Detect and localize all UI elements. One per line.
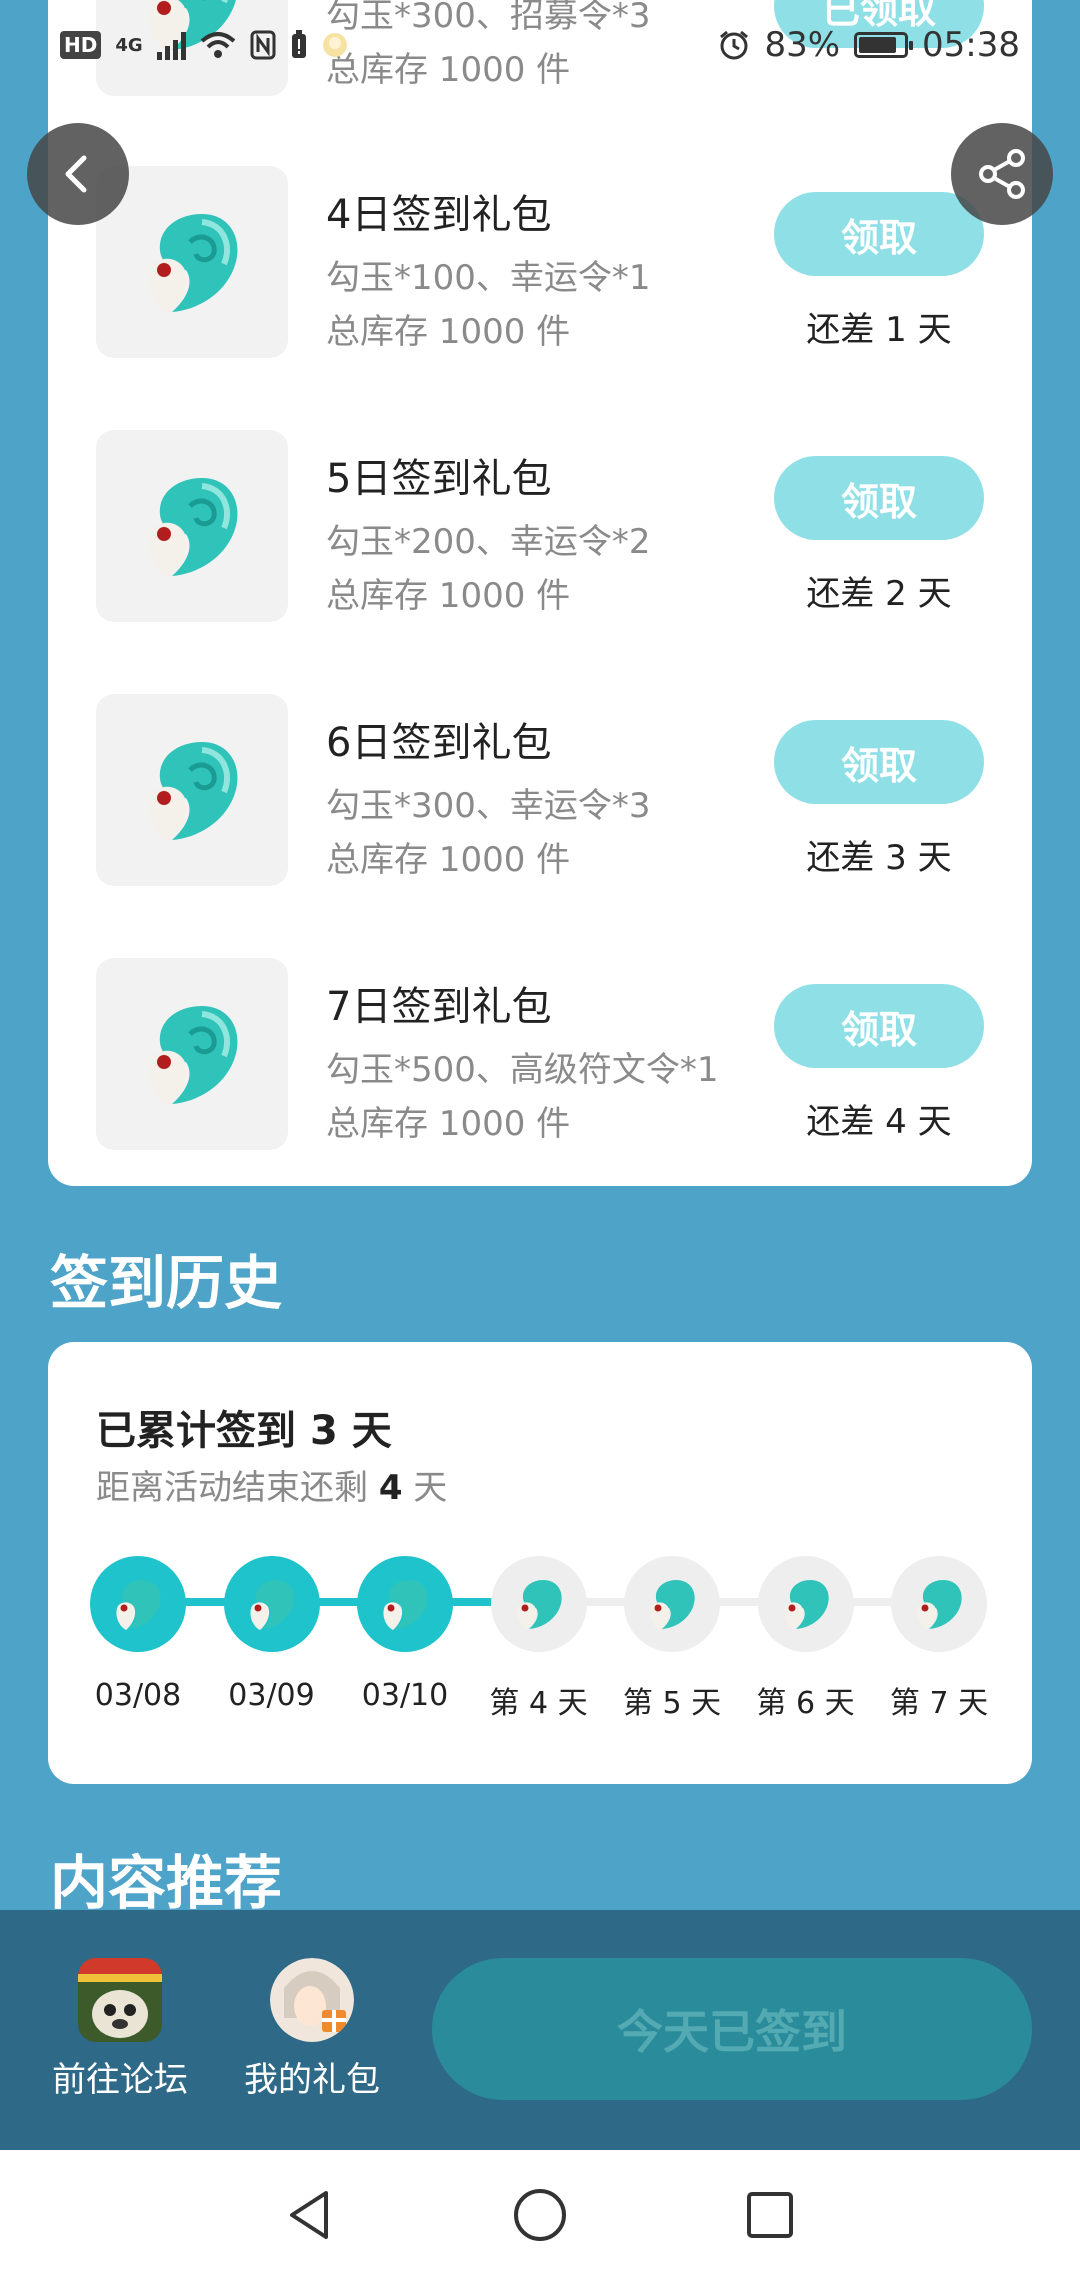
total-days: 3	[309, 1408, 338, 1454]
magatama-icon	[116, 1580, 161, 1630]
wifi-icon	[200, 32, 235, 58]
notification-avatar-icon	[322, 33, 347, 57]
total-prefix: 已累计签到	[96, 1408, 310, 1454]
day-node	[357, 1556, 453, 1652]
nav-home-button[interactable]	[510, 2185, 570, 2245]
gift-desc: 勾玉*300、幸运令*3	[326, 786, 651, 826]
triangle-back-icon	[290, 2191, 328, 2239]
day-node	[757, 1556, 854, 1652]
bottom-action-bar: 前往论坛 我的礼包 今天已签到	[0, 1910, 1080, 2150]
magatama-icon	[132, 202, 252, 322]
magatama-icon	[249, 1580, 295, 1630]
history-card: 已累计签到 3 天 距离活动结束还剩 4 天 03/08 03/09 03/10 第 …	[48, 1342, 1032, 1784]
battery-saver-icon	[291, 30, 306, 58]
recommend-section-title: 内容推荐	[50, 1849, 283, 1917]
gift-thumbnail	[96, 694, 288, 886]
days-remaining: 还差 3 天	[806, 838, 952, 878]
status-right: 83% 05:38	[718, 25, 1020, 65]
gift-title: 7日签到礼包	[326, 984, 552, 1030]
claim-button[interactable]: 领取	[774, 456, 984, 540]
days-remaining: 还差 2 天	[806, 574, 952, 614]
gift-thumbnail	[96, 958, 288, 1150]
magatama-icon	[516, 1580, 562, 1630]
status-bar: HD 4G 83% 05:38	[0, 0, 1080, 90]
my-gifts-button[interactable]: 我的礼包	[222, 1958, 402, 2101]
gift-list-card: 勾玉*300、招募令*3 总库存 1000 件 已领取 4日签到礼包 勾玉*10…	[48, 0, 1032, 1186]
magatama-icon	[650, 1580, 695, 1630]
gift-row: 5日签到礼包 勾玉*200、幸运令*2 总库存 1000 件 领取 还差 2 天	[48, 430, 1032, 622]
remaining-suffix: 天	[402, 1468, 448, 1508]
network-type: 4G	[115, 34, 143, 56]
gift-row: 6日签到礼包 勾玉*300、幸运令*3 总库存 1000 件 领取 还差 3 天	[48, 694, 1032, 886]
remaining-info: 距离活动结束还剩 4 天	[96, 1460, 447, 1509]
total-suffix: 天	[337, 1408, 392, 1454]
gift-desc: 勾玉*100、幸运令*1	[326, 258, 651, 298]
nav-back-button[interactable]	[280, 2185, 340, 2245]
gift-row: 4日签到礼包 勾玉*100、幸运令*1 总库存 1000 件 领取 还差 1 天	[48, 166, 1032, 358]
signal-icon	[156, 30, 186, 60]
back-button[interactable]	[27, 123, 129, 225]
day-label: 03/09	[228, 1678, 315, 1713]
history-section-title: 签到历史	[50, 1249, 283, 1317]
claim-button[interactable]: 领取	[774, 984, 984, 1068]
magatama-icon	[383, 1580, 428, 1630]
battery-icon	[854, 32, 914, 58]
square-recent-icon	[747, 2192, 793, 2238]
magatama-icon	[783, 1580, 829, 1630]
gift-thumbnail	[96, 166, 288, 358]
gift-desc: 勾玉*200、幸运令*2	[326, 522, 651, 562]
magatama-icon	[132, 466, 252, 586]
chevron-left-icon	[65, 155, 87, 193]
forum-button[interactable]: 前往论坛	[30, 1958, 210, 2101]
system-nav-bar	[0, 2150, 1080, 2280]
remaining-days: 4	[378, 1468, 403, 1508]
gift-title: 4日签到礼包	[326, 192, 552, 238]
day-label: 第 5 天	[622, 1686, 722, 1721]
gift-stock: 总库存 1000 件	[326, 312, 571, 352]
gift-row: 7日签到礼包 勾玉*500、高级符文令*1 总库存 1000 件 领取 还差 4…	[48, 958, 1032, 1150]
day-label: 第 4 天	[489, 1686, 588, 1721]
magatama-icon	[132, 730, 252, 850]
magatama-icon	[132, 994, 252, 1114]
gift-desc: 勾玉*500、高级符文令*1	[326, 1050, 719, 1090]
day-label: 第 7 天	[889, 1686, 989, 1721]
alarm-icon	[720, 30, 749, 60]
remaining-prefix: 距离活动结束还剩	[96, 1468, 379, 1508]
magatama-icon	[917, 1580, 962, 1630]
day-node	[891, 1556, 987, 1652]
battery-percent: 83%	[764, 25, 841, 65]
claim-button[interactable]: 领取	[774, 720, 984, 804]
my-gifts-label: 我的礼包	[244, 2060, 380, 2100]
days-remaining: 还差 1 天	[806, 310, 952, 350]
day-label: 03/10	[361, 1678, 449, 1713]
gift-avatar-icon	[270, 1958, 354, 2042]
gift-title: 6日签到礼包	[326, 720, 552, 766]
day-node	[624, 1556, 720, 1652]
circle-home-icon	[514, 2189, 566, 2241]
forum-label: 前往论坛	[52, 2060, 188, 2100]
forum-app-icon	[78, 1958, 162, 2042]
signed-today-button[interactable]: 今天已签到	[432, 1958, 1032, 2100]
gift-stock: 总库存 1000 件	[326, 1104, 571, 1144]
day-node	[90, 1556, 186, 1652]
share-icon	[979, 149, 1025, 199]
day-node	[490, 1556, 587, 1652]
claim-button[interactable]: 领取	[774, 192, 984, 276]
gift-stock: 总库存 1000 件	[326, 840, 571, 880]
day-label: 第 6 天	[756, 1686, 855, 1721]
days-remaining: 还差 4 天	[806, 1102, 952, 1142]
day-node	[223, 1556, 320, 1652]
share-button[interactable]	[951, 123, 1053, 225]
status-left: HD 4G	[60, 30, 348, 60]
clock: 05:38	[922, 25, 1020, 65]
gift-stock: 总库存 1000 件	[326, 576, 571, 616]
nav-recent-button[interactable]	[740, 2185, 800, 2245]
hd-indicator: HD	[60, 31, 102, 59]
gift-thumbnail	[96, 430, 288, 622]
day-label: 03/08	[94, 1678, 182, 1713]
total-signin: 已累计签到 3 天	[96, 1398, 392, 1456]
nfc-icon	[250, 30, 276, 60]
gift-title: 5日签到礼包	[326, 456, 552, 502]
